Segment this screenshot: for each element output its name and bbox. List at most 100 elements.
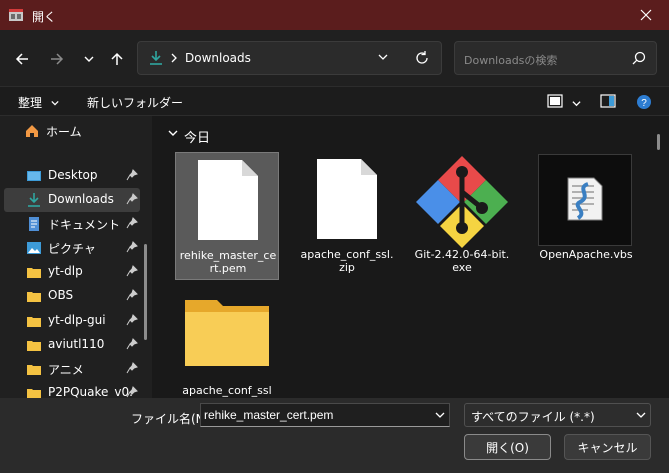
pin-icon — [126, 217, 138, 229]
app-icon — [9, 9, 23, 21]
file-item-apache-folder[interactable]: apache_conf_ssl — [175, 288, 279, 398]
svg-text:?: ? — [641, 98, 647, 109]
git-logo-icon — [416, 156, 508, 248]
preview-pane-icon — [600, 94, 616, 108]
sidebar-item-label: アニメ — [48, 363, 84, 377]
chevron-down-icon — [636, 412, 646, 418]
command-bar: 整理 新しいフォルダー ? — [0, 86, 669, 116]
file-label: rehike_master_ce rt.pem — [176, 249, 280, 275]
back-button[interactable] — [9, 46, 35, 72]
file-label: OpenApache.vbs — [534, 248, 638, 261]
sidebar-item-yt-dlp[interactable]: yt-dlp — [4, 260, 140, 284]
close-button[interactable] — [623, 0, 669, 30]
sidebar-item-label: ピクチャ — [48, 242, 96, 256]
sidebar-item-label: Desktop — [48, 168, 98, 182]
download-icon — [28, 193, 40, 207]
pin-icon — [126, 169, 138, 181]
search-box[interactable]: Downloadsの検索 — [454, 41, 657, 75]
chevron-down-icon[interactable] — [168, 128, 178, 138]
help-button[interactable]: ? — [636, 94, 652, 113]
recent-locations-button[interactable] — [76, 46, 102, 72]
file-icon — [198, 160, 258, 240]
dialog-footer: ファイル名(N): すべてのファイル (*.*) 開く(O) キャンセル — [0, 398, 669, 473]
help-icon: ? — [637, 95, 651, 109]
folder-icon — [27, 292, 41, 302]
file-item-rehike-cert[interactable]: rehike_master_ce rt.pem — [175, 152, 279, 280]
sidebar-item-desktop[interactable]: Desktop — [4, 164, 140, 188]
filetype-select[interactable]: すべてのファイル (*.*) — [464, 403, 651, 427]
sidebar-item-home[interactable]: ホーム — [4, 119, 140, 143]
chevron-down-icon[interactable] — [435, 410, 445, 420]
picture-icon — [27, 242, 41, 254]
document-icon — [29, 217, 39, 231]
organize-label: 整理 — [18, 96, 43, 110]
view-options-button[interactable] — [547, 94, 581, 111]
close-icon — [640, 9, 652, 21]
sidebar-item-pictures[interactable]: ピクチャ — [4, 236, 140, 260]
arrow-left-icon — [15, 53, 28, 65]
organize-button[interactable]: 整理 — [18, 94, 59, 111]
sidebar-item-label: OBS — [48, 288, 74, 302]
sidebar-item-yt-dlp-gui[interactable]: yt-dlp-gui — [4, 309, 140, 333]
desktop-icon — [27, 171, 41, 181]
sidebar-item-label: ドキュメント — [48, 218, 121, 232]
chevron-down-icon[interactable] — [378, 52, 388, 62]
up-button[interactable] — [104, 46, 130, 72]
sidebar-item-label: ホーム — [46, 125, 82, 139]
vbscript-icon — [567, 177, 603, 221]
sidebar-item-p2pquake[interactable]: P2PQuake_v0. — [4, 381, 140, 398]
chevron-right-icon — [171, 53, 177, 63]
file-label-line: apache_conf_ssl. — [300, 248, 394, 261]
folder-icon — [27, 317, 41, 327]
title-bar: 開く — [0, 0, 669, 30]
pin-icon — [126, 362, 138, 374]
sidebar-item-aviutl110[interactable]: aviutl110 — [4, 333, 140, 357]
file-label-line: apache_conf_ssl — [182, 384, 272, 397]
navigation-pane: ホーム Desktop Downloads ドキュメント ピクチャ yt-dlp… — [0, 116, 152, 398]
file-label: Git-2.42.0-64-bit. exe — [410, 248, 514, 274]
folder-icon — [27, 365, 41, 375]
group-header-today[interactable]: 今日 — [184, 127, 210, 146]
open-button[interactable]: 開く(O) — [464, 434, 551, 460]
chevron-down-icon — [51, 100, 59, 106]
pin-icon — [126, 338, 138, 350]
file-item-openapache-vbs[interactable]: OpenApache.vbs — [534, 152, 638, 280]
sidebar-item-obs[interactable]: OBS — [4, 284, 140, 308]
file-item-apache-zip[interactable]: apache_conf_ssl. zip — [295, 152, 399, 280]
content-scrollbar[interactable] — [657, 134, 660, 150]
arrow-up-icon — [111, 52, 123, 65]
file-label-line: exe — [452, 261, 472, 274]
home-icon — [26, 125, 38, 137]
file-label-line: rt.pem — [209, 262, 247, 275]
forward-button[interactable] — [44, 46, 70, 72]
file-label: apache_conf_ssl — [175, 384, 279, 397]
preview-pane-button[interactable] — [600, 94, 616, 111]
folder-icon — [27, 341, 41, 351]
sidebar-item-anime[interactable]: アニメ — [4, 357, 140, 381]
folder-icon — [27, 389, 41, 398]
file-label-line: OpenApache.vbs — [539, 248, 633, 261]
file-item-git-installer[interactable]: Git-2.42.0-64-bit. exe — [410, 152, 514, 280]
refresh-icon[interactable] — [414, 50, 430, 66]
new-folder-button[interactable]: 新しいフォルダー — [87, 94, 183, 111]
file-label-line: Git-2.42.0-64-bit. — [414, 248, 510, 261]
sidebar-item-documents[interactable]: ドキュメント — [4, 212, 140, 236]
sidebar-item-label: yt-dlp-gui — [48, 313, 106, 327]
view-icon — [547, 94, 563, 108]
sidebar-item-label: Downloads — [48, 192, 114, 206]
pin-icon — [126, 241, 138, 253]
search-icon — [632, 51, 646, 65]
filename-input[interactable] — [204, 406, 424, 424]
filename-combobox[interactable] — [200, 403, 450, 427]
arrow-right-icon — [51, 53, 64, 65]
address-text: Downloads — [185, 51, 251, 65]
folder-icon — [27, 268, 41, 278]
pin-icon — [126, 289, 138, 301]
sidebar-item-downloads[interactable]: Downloads — [4, 188, 140, 212]
address-bar[interactable]: Downloads — [137, 41, 442, 75]
pin-icon — [126, 386, 138, 398]
search-placeholder: Downloadsの検索 — [464, 54, 558, 67]
sidebar-scrollbar[interactable] — [144, 244, 147, 340]
filetype-value: すべてのファイル (*.*) — [471, 410, 595, 424]
cancel-button[interactable]: キャンセル — [564, 434, 651, 460]
